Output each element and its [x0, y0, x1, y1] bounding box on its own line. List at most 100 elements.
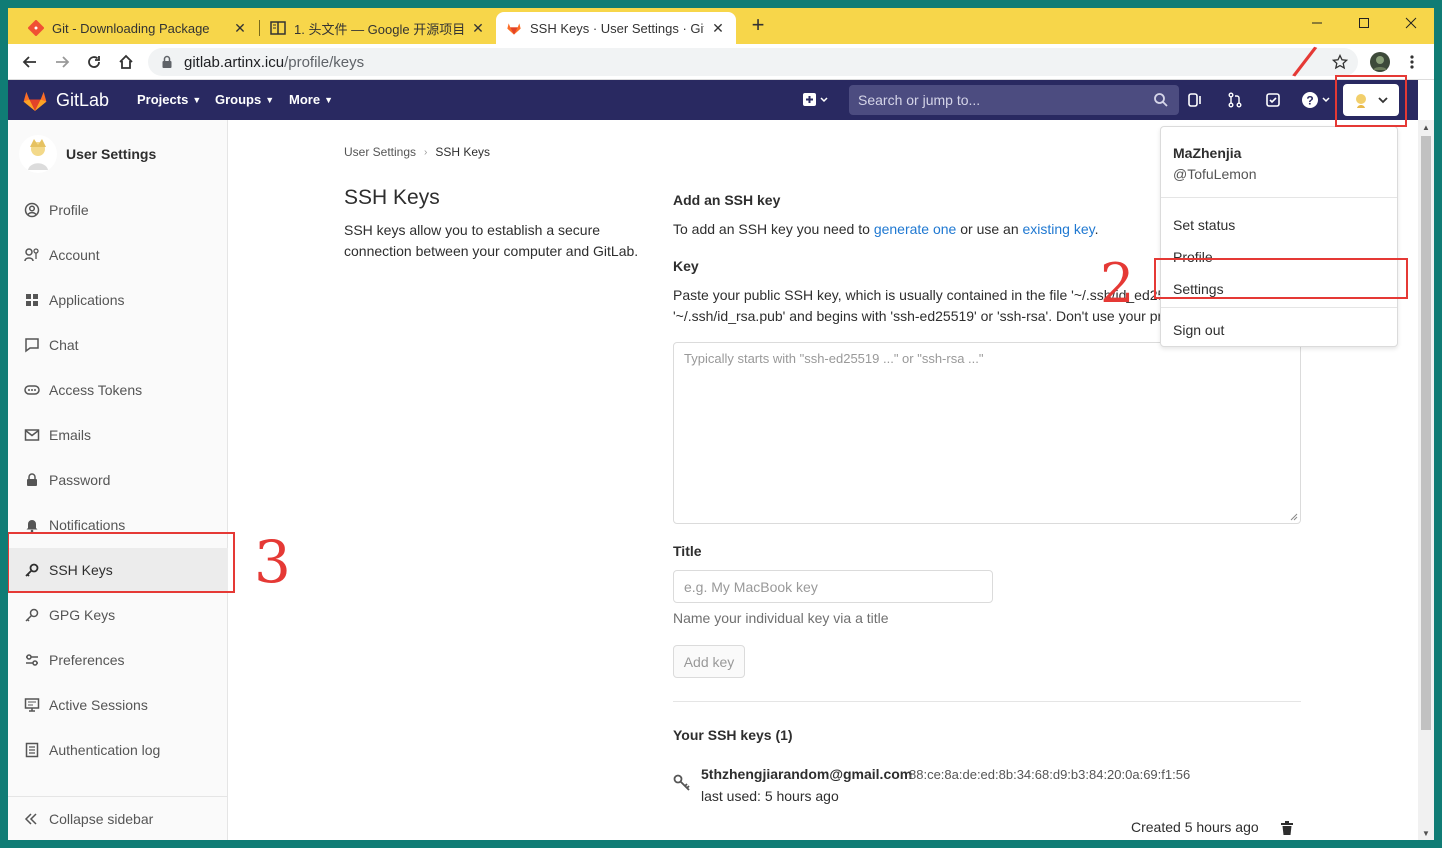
home-icon[interactable]: [114, 50, 138, 74]
sidebar-item-label: Account: [49, 247, 100, 263]
annotation-step-3: 3: [254, 528, 291, 596]
new-tab-button[interactable]: +: [746, 14, 770, 38]
ssh-key-fingerprint: 88:ce:8a:de:ed:8b:34:68:d9:b3:84:20:0a:6…: [909, 767, 1191, 782]
browser-menu-icon[interactable]: [1400, 50, 1424, 74]
chevron-down-icon: ▼: [324, 94, 333, 105]
sidebar-item-access-tokens[interactable]: Access Tokens: [8, 368, 228, 412]
gitlab-brand: GitLab: [56, 89, 110, 110]
back-icon[interactable]: [18, 50, 42, 74]
tab-label: 1. 头文件 — Google 开源项目风: [294, 21, 464, 37]
add-key-button[interactable]: Add key: [673, 645, 745, 678]
maximize-button[interactable]: [1341, 8, 1387, 38]
annotation-box-avatar: [1335, 75, 1407, 127]
tab-strip: Git - Downloading Package ✕ 1. 头文件 — Goo…: [8, 8, 1434, 44]
tab-git-download[interactable]: Git - Downloading Package ✕: [18, 12, 258, 44]
scroll-up-icon[interactable]: ▲: [1418, 120, 1434, 134]
log-icon: [23, 741, 41, 759]
profile-icon: [23, 201, 41, 219]
tab-google-style[interactable]: 1. 头文件 — Google 开源项目风 ✕: [260, 12, 496, 44]
annotation-box-settings: [1154, 258, 1408, 299]
git-icon: [28, 20, 44, 36]
add-ssh-key-text: To add an SSH key you need to generate o…: [673, 219, 1099, 240]
todos-icon[interactable]: [1262, 90, 1284, 110]
title-input[interactable]: e.g. My MacBook key: [673, 570, 993, 603]
minimize-button[interactable]: [1294, 8, 1340, 38]
sidebar-item-applications[interactable]: Applications: [8, 278, 228, 322]
breadcrumb-current[interactable]: SSH Keys: [435, 145, 490, 159]
close-icon[interactable]: ✕: [232, 20, 248, 37]
key-textarea[interactable]: Typically starts with "ssh-ed25519 ..." …: [673, 342, 1301, 524]
browser-window: Git - Downloading Package ✕ 1. 头文件 — Goo…: [8, 8, 1434, 840]
search-placeholder: Search or jump to...: [858, 92, 981, 108]
collapse-sidebar-button[interactable]: Collapse sidebar: [8, 796, 228, 840]
breadcrumb-parent-link[interactable]: User Settings: [344, 145, 416, 159]
sidebar-item-emails[interactable]: Emails: [8, 413, 228, 457]
add-text-post: .: [1094, 221, 1099, 237]
trash-icon[interactable]: [1281, 821, 1293, 838]
url-field[interactable]: gitlab.artinx.icu/profile/keys: [148, 48, 1358, 76]
gitlab-navbar: GitLab Projects ▼ Groups ▼ More ▼ Search or…: [8, 80, 1418, 120]
close-icon[interactable]: ✕: [470, 20, 486, 37]
add-ssh-key-heading: Add an SSH key: [673, 192, 781, 208]
sidebar-title: User Settings: [66, 146, 157, 162]
page-scrollbar[interactable]: ▲ ▼: [1418, 120, 1434, 840]
sidebar-item-authentication-log[interactable]: Authentication log: [8, 728, 228, 772]
reload-icon[interactable]: [82, 50, 106, 74]
close-icon[interactable]: ✕: [710, 20, 726, 37]
your-ssh-keys-heading: Your SSH keys (1): [673, 727, 793, 743]
close-window-button[interactable]: [1388, 8, 1434, 38]
help-dropdown[interactable]: ?: [1300, 90, 1334, 110]
sidebar-item-active-sessions[interactable]: Active Sessions: [8, 683, 228, 727]
merge-requests-icon[interactable]: [1224, 90, 1246, 110]
key-help-line-1: Paste your public SSH key, which is usua…: [673, 287, 1166, 303]
divider: [1161, 307, 1397, 308]
sidebar-item-label: Preferences: [49, 652, 125, 668]
bookmark-star-icon[interactable]: [1328, 50, 1352, 74]
sidebar-item-account[interactable]: Account: [8, 233, 228, 277]
divider: [673, 701, 1301, 702]
gitlab-logo-icon: [23, 91, 47, 111]
avatar: [18, 134, 58, 174]
ssh-key-title-link[interactable]: 5thzhengjiarandom@gmail.com: [701, 766, 912, 782]
more-menu[interactable]: More ▼: [289, 92, 333, 107]
title-placeholder: e.g. My MacBook key: [684, 579, 818, 595]
double-chevron-left-icon: [23, 811, 41, 827]
account-icon: [23, 246, 41, 264]
key-label: Key: [673, 258, 699, 274]
groups-menu[interactable]: Groups ▼: [215, 92, 274, 107]
gitlab-icon: [506, 20, 522, 36]
menu-item-sign-out[interactable]: Sign out: [1173, 322, 1224, 338]
profile-avatar-icon[interactable]: [1368, 50, 1392, 74]
generate-one-link[interactable]: generate one: [874, 221, 957, 237]
tab-label: Git - Downloading Package: [52, 20, 210, 36]
sidebar-item-label: Applications: [49, 292, 125, 308]
sidebar-header[interactable]: User Settings: [18, 134, 156, 174]
resize-handle-icon[interactable]: [1290, 513, 1298, 521]
sidebar-item-preferences[interactable]: Preferences: [8, 638, 228, 682]
scroll-down-icon[interactable]: ▼: [1418, 826, 1434, 840]
sidebar-item-password[interactable]: Password: [8, 458, 228, 502]
sidebar-item-label: Access Tokens: [49, 382, 143, 398]
search-input[interactable]: Search or jump to...: [849, 85, 1179, 115]
gitlab-home-link[interactable]: GitLab: [22, 87, 109, 113]
existing-key-link[interactable]: existing key: [1023, 221, 1095, 237]
scroll-thumb[interactable]: [1421, 136, 1431, 730]
issues-icon[interactable]: [1184, 90, 1206, 110]
tab-ssh-keys[interactable]: SSH Keys · User Settings · GitLab ✕: [496, 12, 736, 44]
sidebar-item-profile[interactable]: Profile: [8, 188, 228, 232]
user-username: @TofuLemon: [1173, 166, 1257, 182]
book-icon: [270, 20, 286, 36]
forward-icon[interactable]: [50, 50, 74, 74]
user-menu-dropdown: MaZhenjia @TofuLemon Set status Profile …: [1160, 126, 1398, 347]
sidebar-item-chat[interactable]: Chat: [8, 323, 228, 367]
chevron-down-icon: ▼: [192, 94, 202, 105]
address-bar-row: gitlab.artinx.icu/profile/keys: [8, 44, 1434, 80]
projects-menu[interactable]: Projects ▼: [137, 92, 201, 107]
plus-square-icon: [803, 93, 828, 106]
new-item-dropdown[interactable]: [800, 90, 832, 110]
sidebar-item-gpg-keys[interactable]: GPG Keys: [8, 593, 228, 637]
email-icon: [23, 426, 41, 444]
menu-item-set-status[interactable]: Set status: [1173, 217, 1235, 233]
sidebar-item-label: Emails: [49, 427, 92, 443]
key-icon: [23, 606, 41, 624]
